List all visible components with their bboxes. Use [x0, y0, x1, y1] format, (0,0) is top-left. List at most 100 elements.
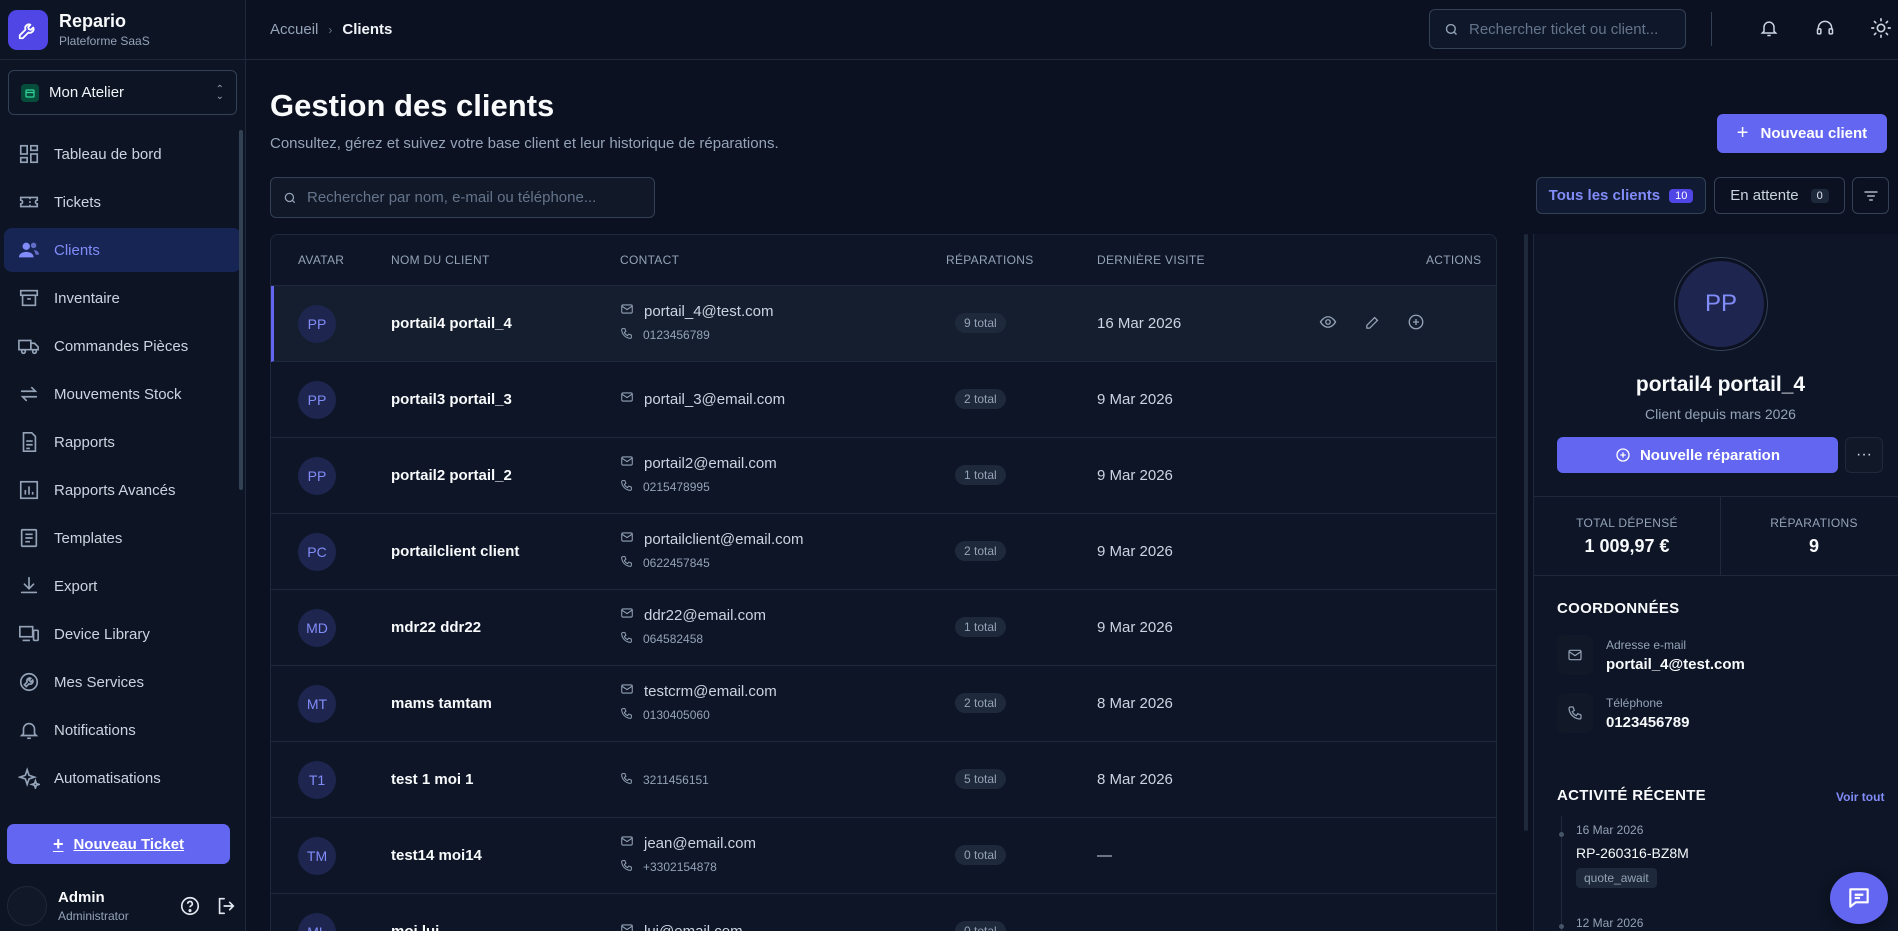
workspace-switcher[interactable]: Mon Atelier ⌃ ⌄ [8, 70, 237, 115]
content-scrollbar[interactable] [1524, 234, 1528, 831]
client-name[interactable]: portail2 portail_2 [391, 467, 512, 484]
table-row[interactable]: PP portail2 portail_2 portail2@email.com 02… [271, 438, 1496, 514]
filter-all-clients[interactable]: Tous les clients 10 [1536, 177, 1706, 214]
client-search[interactable] [270, 177, 655, 218]
phone-icon [620, 479, 643, 495]
client-name[interactable]: portail4 portail_4 [391, 315, 512, 332]
sidebar: Repario Plateforme SaaS Mon Atelier ⌃ ⌄ T… [0, 0, 246, 931]
sidebar-item-parts-orders[interactable]: Commandes Pièces [4, 324, 241, 368]
phone-value: 0130405060 [643, 708, 710, 722]
client-name[interactable]: test14 moi14 [391, 847, 482, 864]
add-circle-icon[interactable] [1404, 310, 1428, 334]
sidebar-item-advanced-reports[interactable]: Rapports Avancés [4, 468, 241, 512]
email-value[interactable]: portail_4@test.com [1606, 656, 1745, 673]
users-icon [18, 242, 40, 258]
repairs-badge: 2 total [955, 389, 1006, 409]
phone-icon [620, 772, 643, 788]
table-row[interactable]: MD mdr22 ddr22 ddr22@email.com 064582458 1 t… [271, 590, 1496, 666]
phone-label: Téléphone [1606, 695, 1663, 710]
table-row[interactable]: TM test14 moi14 jean@email.com +3302154878 0… [271, 818, 1496, 894]
phone-icon [620, 555, 643, 571]
activity-status: quote_await [1576, 868, 1657, 888]
table-row[interactable]: T1 test 1 moi 1 3211456151 5 total 8 Mar 202… [271, 742, 1496, 818]
avatar: TM [298, 837, 336, 875]
client-name[interactable]: portail3 portail_3 [391, 391, 512, 408]
sidebar-item-device-library[interactable]: Device Library [4, 612, 241, 656]
truck-icon [18, 339, 39, 355]
sidebar-item-stock-movements[interactable]: Mouvements Stock [4, 372, 241, 416]
sidebar-item-reports[interactable]: Rapports [4, 420, 241, 464]
mail-icon [1557, 635, 1593, 675]
phone-value: 0622457845 [643, 556, 710, 570]
table-row[interactable]: PP portail4 portail_4 portail_4@test.com 01… [271, 286, 1496, 362]
sidebar-item-notifications[interactable]: Notifications [4, 708, 241, 752]
table-row[interactable]: ML moi lui lui@email.com 0 total [271, 894, 1496, 931]
global-search[interactable] [1429, 9, 1686, 49]
header-repairs[interactable]: RÉPARATIONS [946, 253, 1034, 267]
client-search-input[interactable] [307, 189, 637, 206]
view-eye-icon[interactable] [1316, 310, 1340, 334]
last-visit: 9 Mar 2026 [1097, 391, 1173, 408]
header-contact: CONTACT [620, 253, 680, 267]
avatar[interactable] [7, 886, 47, 926]
new-repair-button[interactable]: Nouvelle réparation [1557, 437, 1838, 473]
see-all-link[interactable]: Voir tout [1836, 790, 1884, 804]
contact-email: testcrm@email.com [620, 682, 777, 700]
table-row[interactable]: PP portail3 portail_3 portail_3@email.com 2… [271, 362, 1496, 438]
support-headset-icon[interactable] [1812, 15, 1838, 41]
activity-ref[interactable]: RP-260316-BZ8M [1576, 845, 1689, 861]
help-icon[interactable] [177, 893, 203, 919]
client-name[interactable]: mams tamtam [391, 695, 492, 712]
sidebar-item-clients[interactable]: Clients [4, 228, 241, 272]
phone-icon [620, 859, 643, 875]
client-name[interactable]: portailclient client [391, 543, 519, 560]
contact-email: portail_4@test.com [620, 302, 773, 320]
sidebar-item-dashboard[interactable]: Tableau de bord [4, 132, 241, 176]
header-actions: ACTIONS [1426, 253, 1482, 267]
phone-value[interactable]: 0123456789 [1606, 714, 1689, 731]
user-name: Admin [58, 889, 105, 906]
mail-icon [620, 922, 644, 931]
more-options-button[interactable]: ··· [1845, 437, 1883, 473]
filter-pending[interactable]: En attente 0 [1714, 177, 1845, 214]
edit-pencil-icon[interactable] [1360, 310, 1384, 334]
sidebar-item-export[interactable]: Export [4, 564, 241, 608]
sidebar-item-my-services[interactable]: Mes Services [4, 660, 241, 704]
client-name[interactable]: test 1 moi 1 [391, 771, 474, 788]
notifications-bell-icon[interactable] [1756, 15, 1782, 41]
email-value: lui@email.com [644, 922, 743, 931]
table-row[interactable]: PC portailclient client portailclient@emai… [271, 514, 1496, 590]
sidebar-scrollbar[interactable] [239, 130, 243, 490]
sidebar-item-tickets[interactable]: Tickets [4, 180, 241, 224]
logout-icon[interactable] [213, 893, 239, 919]
contact-email: ddr22@email.com [620, 606, 766, 624]
wrench-icon [8, 9, 48, 50]
contact-phone: 3211456151 [620, 772, 709, 788]
brand[interactable]: Repario Plateforme SaaS [0, 0, 245, 60]
client-name[interactable]: moi lui [391, 923, 439, 931]
activity-date: 12 Mar 2026 [1576, 916, 1644, 930]
breadcrumb-current: Clients [342, 21, 393, 38]
mail-icon [620, 530, 644, 548]
chat-button[interactable] [1830, 872, 1888, 924]
header-last-visit[interactable]: DERNIÈRE VISITE [1097, 253, 1205, 267]
sidebar-item-automations[interactable]: Automatisations [4, 756, 241, 800]
sidebar-item-inventory[interactable]: Inventaire [4, 276, 241, 320]
breadcrumb-home[interactable]: Accueil [270, 21, 318, 38]
last-visit: — [1097, 847, 1112, 864]
filter-all-count: 10 [1669, 188, 1694, 203]
global-search-input[interactable] [1469, 20, 1669, 38]
email-label: Adresse e-mail [1606, 637, 1687, 652]
sidebar-item-label: Commandes Pièces [54, 337, 189, 355]
filter-icon[interactable] [1852, 177, 1889, 214]
theme-sun-icon[interactable] [1868, 15, 1894, 41]
new-client-button[interactable]: + Nouveau client [1717, 114, 1887, 153]
table-row[interactable]: MT mams tamtam testcrm@email.com 0130405060… [271, 666, 1496, 742]
sidebar-item-templates[interactable]: Templates [4, 516, 241, 560]
table-body: PP portail4 portail_4 portail_4@test.com 01… [271, 286, 1496, 931]
new-ticket-button[interactable]: + Nouveau Ticket [7, 824, 230, 864]
search-icon [284, 192, 296, 203]
client-name[interactable]: mdr22 ddr22 [391, 619, 481, 636]
header-name[interactable]: NOM DU CLIENT [391, 253, 490, 267]
contact-phone: 0215478995 [620, 479, 710, 495]
